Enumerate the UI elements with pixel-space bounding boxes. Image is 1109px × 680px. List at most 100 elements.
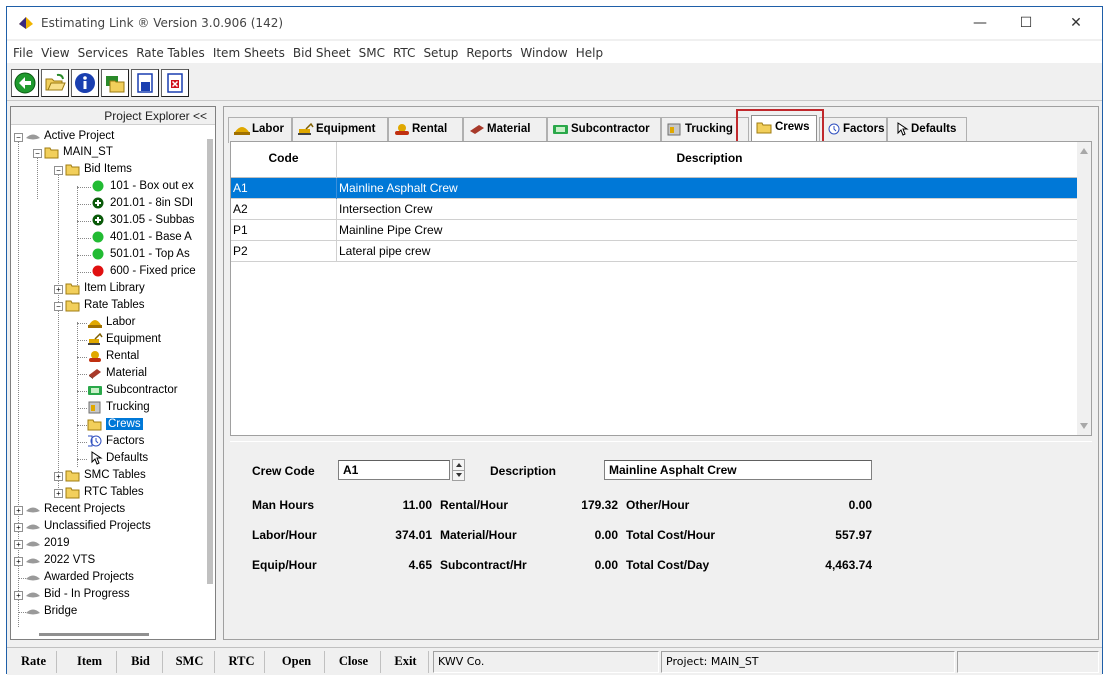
tab-equipment[interactable]: Equipment	[292, 117, 388, 143]
tree-2022-vts[interactable]: 2022 VTS	[25, 552, 95, 569]
tree-active-project[interactable]: Active Project	[25, 128, 114, 145]
menu-smc[interactable]: SMC	[355, 43, 389, 63]
app-logo-icon	[19, 17, 33, 29]
save-document-icon	[137, 73, 153, 93]
tree-2019[interactable]: 2019	[25, 535, 70, 552]
save-button[interactable]	[131, 69, 159, 97]
tree-rental[interactable]: Rental	[87, 348, 139, 365]
grid-scrollbar[interactable]	[1077, 142, 1091, 435]
tree-awarded-projects[interactable]: Awarded Projects	[25, 569, 134, 586]
menu-help[interactable]: Help	[572, 43, 607, 63]
menu-bid-sheet[interactable]: Bid Sheet	[289, 43, 355, 63]
tree-bid-item[interactable]: 501.01 - Top As	[91, 246, 190, 263]
smc-button[interactable]: SMC	[165, 651, 215, 673]
status-green-icon	[91, 230, 107, 244]
back-button[interactable]	[11, 69, 39, 97]
minimize-button[interactable]: —	[957, 7, 1003, 39]
man-hours-label: Man Hours	[252, 498, 315, 512]
collapse-toggle[interactable]: −	[54, 166, 63, 175]
tree-rtc-tables[interactable]: RTC Tables	[65, 484, 144, 501]
tree-bid-item[interactable]: 201.01 - 8in SDI	[91, 195, 193, 212]
rtc-button[interactable]: RTC	[219, 651, 265, 673]
tree-bid-item[interactable]: 301.05 - Subbas	[91, 212, 194, 229]
menu-services[interactable]: Services	[74, 43, 133, 63]
open-folder-icon	[45, 73, 66, 91]
tree-trucking[interactable]: Trucking	[87, 399, 150, 416]
open-button[interactable]: Open	[269, 651, 325, 673]
open-folder-button[interactable]	[41, 69, 69, 97]
tree-labor[interactable]: Labor	[87, 314, 135, 331]
menu-view[interactable]: View	[37, 43, 73, 63]
scroll-up-arrow-icon[interactable]	[1080, 148, 1088, 154]
table-row[interactable]: P1 Mainline Pipe Crew	[231, 220, 1083, 241]
tree-bid-in-progress[interactable]: Bid - In Progress	[25, 586, 130, 603]
item-button[interactable]: Item	[63, 651, 117, 673]
tree-defaults[interactable]: Defaults	[87, 450, 148, 467]
menu-rate-tables[interactable]: Rate Tables	[132, 43, 209, 63]
tree-rate-tables[interactable]: Rate Tables	[65, 297, 145, 314]
tree-smc-tables[interactable]: SMC Tables	[65, 467, 146, 484]
tab-factors[interactable]: Factors	[819, 117, 887, 143]
exit-button[interactable]: Exit	[383, 651, 429, 673]
tree-bid-items[interactable]: Bid Items	[65, 161, 132, 178]
close-document-button[interactable]	[161, 69, 189, 97]
bid-button[interactable]: Bid	[119, 651, 163, 673]
expand-toggle[interactable]: +	[54, 472, 63, 481]
tree-main-st[interactable]: MAIN_ST	[44, 144, 113, 161]
status-bar: Rate Item Bid SMC RTC Open Close Exit KW…	[7, 647, 1102, 675]
tab-defaults[interactable]: Defaults	[887, 117, 967, 143]
tree-material[interactable]: Material	[87, 365, 147, 382]
info-button[interactable]	[71, 69, 99, 97]
tab-subcontractor[interactable]: Subcontractor	[547, 117, 661, 143]
tree-bid-item[interactable]: 600 - Fixed price	[91, 263, 196, 280]
expand-toggle[interactable]: +	[14, 506, 23, 515]
collapse-toggle[interactable]: −	[33, 149, 42, 158]
rate-button[interactable]: Rate	[11, 651, 57, 673]
menu-rtc[interactable]: RTC	[389, 43, 419, 63]
menu-reports[interactable]: Reports	[462, 43, 516, 63]
tree-unclassified-projects[interactable]: Unclassified Projects	[25, 518, 151, 535]
close-button[interactable]: Close	[327, 651, 381, 673]
menu-window[interactable]: Window	[516, 43, 571, 63]
tree-factors[interactable]: Factors	[87, 433, 144, 450]
tree-recent-projects[interactable]: Recent Projects	[25, 501, 125, 518]
column-header-description[interactable]: Description	[337, 142, 1083, 178]
menu-item-sheets[interactable]: Item Sheets	[209, 43, 289, 63]
crew-code-field[interactable]: A1	[338, 460, 450, 480]
expand-toggle[interactable]: +	[14, 540, 23, 549]
tab-material[interactable]: Material	[463, 117, 547, 143]
expand-toggle[interactable]: +	[54, 489, 63, 498]
column-header-code[interactable]: Code	[231, 142, 337, 178]
description-field[interactable]: Mainline Asphalt Crew	[604, 460, 872, 480]
crew-code-spinner[interactable]	[452, 459, 465, 481]
tree-equipment[interactable]: Equipment	[87, 331, 161, 348]
explorer-title[interactable]: Project Explorer <<	[104, 109, 207, 123]
project-folder-button[interactable]	[101, 69, 129, 97]
tree-item-library[interactable]: Item Library	[65, 280, 145, 297]
tree-crews[interactable]: Crews	[87, 416, 143, 433]
close-window-button[interactable]: ✕	[1053, 7, 1099, 39]
table-row[interactable]: P2 Lateral pipe crew	[231, 241, 1083, 262]
menu-file[interactable]: File	[9, 43, 37, 63]
title-bar: Estimating Link ® Version 3.0.906 (142) …	[7, 7, 1102, 39]
expand-toggle[interactable]: +	[14, 523, 23, 532]
explorer-horizontal-scrollbar[interactable]	[39, 633, 149, 636]
expand-toggle[interactable]: +	[14, 591, 23, 600]
tree-bid-item[interactable]: 401.01 - Base A	[91, 229, 192, 246]
cell-description: Lateral pipe crew	[337, 241, 1083, 262]
maximize-button[interactable]: ☐	[1003, 7, 1049, 39]
tree-subcontractor[interactable]: Subcontractor	[87, 382, 178, 399]
explorer-scrollbar[interactable]	[207, 139, 213, 584]
tree-bid-item[interactable]: 101 - Box out ex	[91, 178, 194, 195]
table-row[interactable]: A2 Intersection Crew	[231, 199, 1083, 220]
collapse-toggle[interactable]: −	[14, 133, 23, 142]
tree-bridge[interactable]: Bridge	[25, 603, 77, 620]
tab-labor[interactable]: Labor	[228, 117, 292, 143]
expand-toggle[interactable]: +	[54, 285, 63, 294]
table-row[interactable]: A1 Mainline Asphalt Crew	[231, 178, 1083, 199]
expand-toggle[interactable]: +	[14, 557, 23, 566]
tab-rental[interactable]: Rental	[388, 117, 463, 143]
collapse-toggle[interactable]: −	[54, 302, 63, 311]
menu-setup[interactable]: Setup	[419, 43, 462, 63]
scroll-down-arrow-icon[interactable]	[1080, 423, 1088, 429]
